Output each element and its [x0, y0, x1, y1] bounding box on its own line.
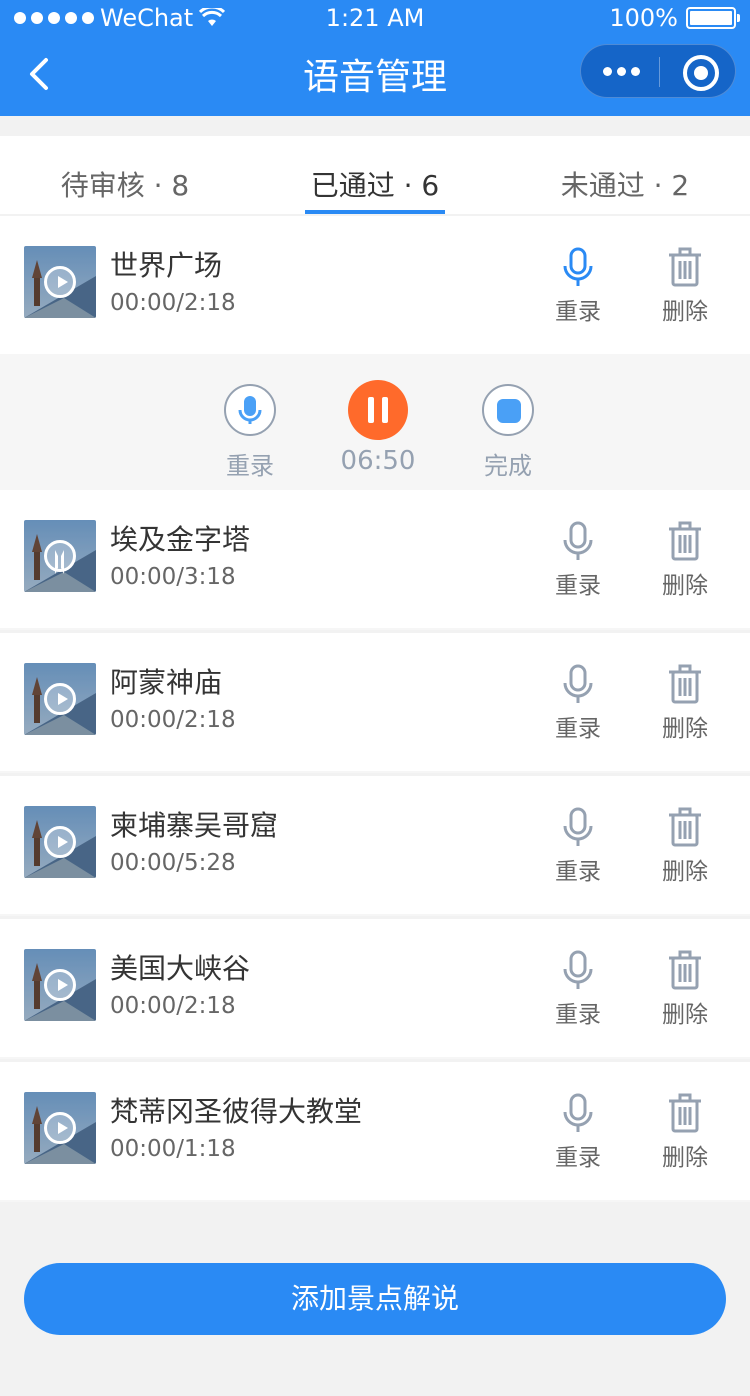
play-icon[interactable] [44, 969, 76, 1001]
delete-button[interactable]: 删除 [650, 806, 720, 886]
rerecord-button[interactable]: 重录 [543, 806, 613, 886]
rerecord-button[interactable]: 重录 [543, 1092, 613, 1172]
finish-label: 完成 [484, 452, 532, 480]
microphone-icon [563, 807, 593, 846]
trash-icon [669, 664, 701, 704]
pause-icon [368, 397, 388, 423]
active-tab-indicator [305, 210, 445, 214]
close-target-icon[interactable] [683, 55, 719, 91]
delete-button[interactable]: 删除 [650, 520, 720, 600]
play-icon[interactable] [44, 826, 76, 858]
delete-label: 删除 [662, 859, 708, 885]
microphone-icon [563, 1093, 593, 1132]
item-duration: 00:00/2:18 [110, 993, 236, 1019]
delete-button[interactable]: 删除 [650, 1092, 720, 1172]
list-item[interactable]: 埃及金字塔 00:00/3:18 重录 删除 [0, 490, 750, 630]
pause-button[interactable] [348, 380, 408, 440]
recording-panel: 重录 06:50 完成 [0, 356, 750, 490]
play-icon[interactable] [44, 1112, 76, 1144]
tab-rejected[interactable]: 未通过 · 2 [500, 164, 750, 204]
list-item[interactable]: 梵蒂冈圣彼得大教堂 00:00/1:18 重录 删除 [0, 1062, 750, 1202]
rerecord-label: 重录 [226, 452, 274, 480]
list-item[interactable]: 世界广场 00:00/2:18 重录 删除 [0, 216, 750, 356]
rerecord-label: 重录 [555, 299, 601, 325]
rerecord-button[interactable]: 重录 [543, 663, 613, 743]
trash-icon [669, 1093, 701, 1133]
delete-label: 删除 [662, 1002, 708, 1028]
trash-icon [669, 807, 701, 847]
list-item[interactable]: 柬埔寨吴哥窟 00:00/5:28 重录 删除 [0, 776, 750, 916]
stop-icon [497, 399, 521, 423]
trash-icon [669, 950, 701, 990]
delete-label: 删除 [662, 299, 708, 325]
rerecord-circle-button[interactable] [224, 384, 276, 436]
item-duration: 00:00/2:18 [110, 707, 236, 733]
mini-program-capsule [580, 44, 736, 98]
rerecord-label: 重录 [555, 1002, 601, 1028]
more-icon[interactable] [603, 67, 640, 76]
rerecord-label: 重录 [555, 1145, 601, 1171]
rerecord-button[interactable]: 重录 [543, 520, 613, 600]
thumbnail-image[interactable] [24, 949, 96, 1021]
recording-time: 06:50 [340, 446, 416, 476]
delete-label: 删除 [662, 573, 708, 599]
rerecord-label: 重录 [555, 859, 601, 885]
delete-button[interactable]: 删除 [650, 949, 720, 1029]
item-duration: 00:00/1:18 [110, 1136, 236, 1162]
microphone-icon [563, 521, 593, 560]
list-item[interactable]: 阿蒙神庙 00:00/2:18 重录 删除 [0, 633, 750, 773]
battery-info: 100% [609, 4, 740, 32]
item-title: 美国大峡谷 [110, 952, 251, 985]
trash-icon [669, 521, 701, 561]
item-title: 柬埔寨吴哥窟 [110, 809, 279, 842]
add-commentary-button[interactable]: 添加景点解说 [24, 1263, 726, 1335]
item-title: 埃及金字塔 [110, 523, 251, 556]
delete-label: 删除 [662, 1145, 708, 1171]
item-duration: 00:00/5:28 [110, 850, 236, 876]
tab-approved[interactable]: 已通过 · 6 [250, 164, 500, 204]
microphone-icon [563, 950, 593, 989]
delete-button[interactable]: 删除 [650, 663, 720, 743]
thumbnail-image[interactable] [24, 246, 96, 318]
thumbnail-image[interactable] [24, 520, 96, 592]
rerecord-button[interactable]: 重录 [543, 949, 613, 1029]
tab-pending[interactable]: 待审核 · 8 [0, 164, 250, 204]
delete-label: 删除 [662, 716, 708, 742]
microphone-icon [238, 396, 262, 424]
rerecord-label: 重录 [555, 573, 601, 599]
item-title: 世界广场 [110, 249, 223, 282]
trash-icon [669, 247, 701, 287]
thumbnail-image[interactable] [24, 663, 96, 735]
item-duration: 00:00/3:18 [110, 564, 236, 590]
tab-bar: 待审核 · 8 已通过 · 6 未通过 · 2 [0, 136, 750, 214]
delete-button[interactable]: 删除 [650, 246, 720, 326]
finish-button[interactable] [482, 384, 534, 436]
battery-percent: 100% [609, 4, 678, 32]
rerecord-label: 重录 [555, 716, 601, 742]
thumbnail-image[interactable] [24, 806, 96, 878]
item-title: 阿蒙神庙 [110, 666, 223, 699]
status-bar: WeChat 1:21 AM 100% [0, 0, 750, 36]
microphone-icon [563, 664, 593, 703]
capsule-divider [659, 57, 660, 87]
pause-icon[interactable] [44, 540, 76, 574]
battery-icon [686, 7, 740, 29]
microphone-icon [563, 247, 593, 286]
rerecord-button[interactable]: 重录 [543, 246, 613, 326]
thumbnail-image[interactable] [24, 1092, 96, 1164]
play-icon[interactable] [44, 683, 76, 715]
item-title: 梵蒂冈圣彼得大教堂 [110, 1095, 363, 1128]
play-icon[interactable] [44, 266, 76, 298]
item-duration: 00:00/2:18 [110, 290, 236, 316]
list-item[interactable]: 美国大峡谷 00:00/2:18 重录 删除 [0, 919, 750, 1059]
